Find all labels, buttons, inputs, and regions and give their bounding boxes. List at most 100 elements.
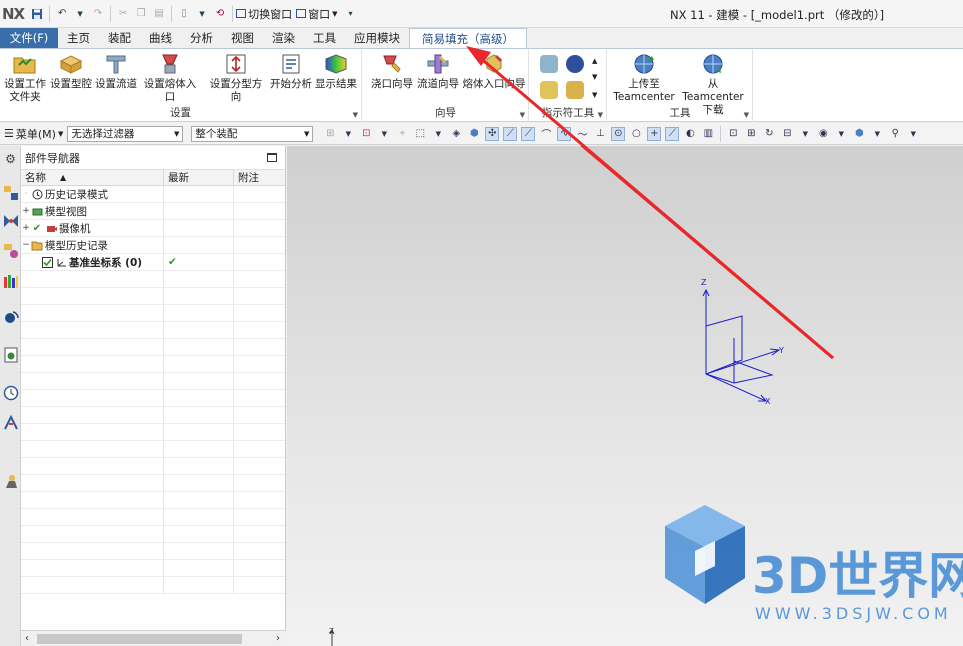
- dropdown-icon[interactable]: ▼: [73, 7, 87, 21]
- tree-row[interactable]: · 历史记录模式: [21, 186, 285, 203]
- upload-to-teamcenter-button[interactable]: 上传至 Teamcenter: [612, 52, 676, 104]
- filter-dropdown-icon[interactable]: ▼: [431, 127, 445, 141]
- dropdown-icon[interactable]: ▼: [195, 7, 209, 21]
- tab-file[interactable]: 文件(F): [0, 28, 58, 48]
- web-browser-icon[interactable]: [2, 346, 19, 363]
- filter-dropdown-icon[interactable]: ▼: [798, 127, 812, 141]
- datum-csys[interactable]: [702, 288, 781, 402]
- zoom-icon[interactable]: ⊞: [744, 127, 758, 141]
- start-analysis-button[interactable]: 开始分析: [270, 52, 312, 91]
- show-results-button[interactable]: 显示结果: [314, 52, 358, 91]
- group-expand-icon[interactable]: ▼: [520, 111, 525, 119]
- filter-dropdown-icon[interactable]: ▼: [870, 127, 884, 141]
- fit-icon[interactable]: ⊡: [726, 127, 740, 141]
- line-snap-icon[interactable]: ⟋: [503, 126, 518, 141]
- melt-inlet-wizard-button[interactable]: 熔体入口向导: [461, 52, 527, 91]
- render-style-icon[interactable]: ◉: [816, 127, 830, 141]
- group-expand-icon[interactable]: ▼: [353, 111, 358, 119]
- point-on-face-icon[interactable]: ◐: [683, 127, 697, 141]
- edge-snap-icon[interactable]: ⟋: [521, 126, 536, 141]
- indicator-tool-icon[interactable]: [540, 55, 558, 73]
- part-navigator-icon[interactable]: [2, 242, 19, 259]
- tangent-icon[interactable]: ⊥: [593, 127, 607, 141]
- group-expand-icon[interactable]: ▼: [744, 111, 749, 119]
- set-work-folder-button[interactable]: 设置工作 文件夹: [3, 52, 47, 104]
- dropdown-icon[interactable]: ▼: [592, 73, 597, 81]
- column-header-note[interactable]: 附注: [234, 170, 285, 185]
- dropdown-icon[interactable]: ▼: [592, 91, 597, 99]
- tab-application[interactable]: 应用模块: [345, 28, 409, 48]
- box-select-icon[interactable]: ⬚: [413, 127, 427, 141]
- runner-wizard-button[interactable]: 流道向导: [415, 52, 461, 91]
- shaded-icon[interactable]: ⬢: [852, 127, 866, 141]
- history-clock-icon[interactable]: [2, 384, 19, 401]
- tab-assembly[interactable]: 装配: [99, 28, 140, 48]
- horizontal-scrollbar[interactable]: ‹ ›: [21, 630, 286, 646]
- repeat-command-icon[interactable]: ⟲: [213, 7, 227, 21]
- hd3d-tools-icon[interactable]: [2, 308, 19, 325]
- tree-row[interactable]: − 模型历史记录: [21, 237, 285, 254]
- dropdown-icon[interactable]: ▲: [592, 57, 597, 65]
- column-header-latest[interactable]: 最新: [164, 170, 234, 185]
- set-cavity-button[interactable]: 设置型腔: [49, 52, 93, 91]
- quadrant-icon[interactable]: ○: [629, 127, 643, 141]
- snap-icon[interactable]: ⌖: [395, 127, 409, 141]
- settings-gear-icon[interactable]: ⚙: [2, 150, 19, 167]
- redo-icon[interactable]: ↷: [91, 7, 105, 21]
- solid-icon[interactable]: ◈: [449, 127, 463, 141]
- new-icon[interactable]: ▯: [177, 7, 191, 21]
- tab-easy-fill-advanced[interactable]: 简易填充（高级）: [409, 28, 527, 48]
- paste-icon[interactable]: ▤: [152, 7, 166, 21]
- reuse-library-icon[interactable]: [2, 272, 19, 289]
- maximize-icon[interactable]: [267, 153, 277, 162]
- filter-dropdown-icon[interactable]: ▼: [377, 127, 391, 141]
- intersection-icon[interactable]: +: [647, 126, 662, 141]
- indicator-tool-icon[interactable]: [566, 55, 584, 73]
- tab-tools[interactable]: 工具: [304, 28, 345, 48]
- indicator-tool-icon[interactable]: [566, 81, 584, 99]
- menu-button[interactable]: ☰ 菜单(M) ▼: [4, 126, 63, 142]
- scrollbar-thumb[interactable]: [37, 634, 242, 644]
- graphics-viewport[interactable]: Z Y X Z 3D世界网 WWW.3DSJW.COM: [287, 146, 963, 646]
- orient-view-icon[interactable]: ⊟: [780, 127, 794, 141]
- tree-row[interactable]: 基准坐标系 (0) ✔: [21, 254, 285, 271]
- spline-icon[interactable]: 〜: [575, 127, 589, 141]
- selection-filter-dropdown[interactable]: 无选择过滤器 ▼: [67, 125, 184, 142]
- tab-curve[interactable]: 曲线: [140, 28, 181, 48]
- tab-render[interactable]: 渲染: [263, 28, 304, 48]
- selection-scope-dropdown[interactable]: 整个装配 ▼: [191, 125, 314, 142]
- scroll-right-icon[interactable]: ›: [276, 633, 280, 644]
- rotate-icon[interactable]: ↻: [762, 127, 776, 141]
- role-icon[interactable]: [2, 472, 19, 489]
- tree-row[interactable]: + 模型视图: [21, 203, 285, 220]
- indicator-tool-icon[interactable]: [540, 81, 558, 99]
- switch-window-button[interactable]: 切换窗口: [236, 6, 292, 22]
- collapse-minus-icon[interactable]: −: [21, 240, 31, 250]
- expand-plus-icon[interactable]: +: [21, 206, 31, 216]
- filter-dropdown-icon[interactable]: ▼: [341, 127, 355, 141]
- undo-icon[interactable]: ↶: [55, 7, 69, 21]
- save-icon[interactable]: [30, 7, 44, 21]
- curve-snap-icon[interactable]: ∿: [557, 126, 572, 141]
- column-header-name[interactable]: 名称 ▲: [21, 170, 164, 185]
- set-parting-direction-button[interactable]: 设置分型方向: [205, 52, 267, 104]
- group-expand-icon[interactable]: ▼: [598, 111, 603, 119]
- checkbox-checked-icon[interactable]: [41, 256, 53, 268]
- tab-home[interactable]: 主页: [58, 28, 99, 48]
- expand-plus-icon[interactable]: +: [21, 223, 31, 233]
- midpoint-icon[interactable]: ⟋: [665, 126, 680, 141]
- center-point-icon[interactable]: ⊙: [611, 126, 626, 141]
- curve-icon[interactable]: ⌒: [539, 127, 553, 141]
- customize-qat-icon[interactable]: ▾: [344, 7, 358, 21]
- process-studio-icon[interactable]: [2, 414, 19, 431]
- filter-dropdown-icon[interactable]: ▼: [834, 127, 848, 141]
- window-menu-button[interactable]: 窗口 ▼: [296, 6, 338, 22]
- select-filter-icon[interactable]: ⊞: [323, 127, 337, 141]
- cut-icon[interactable]: ✂: [116, 7, 130, 21]
- gate-wizard-button[interactable]: 浇口向导: [369, 52, 415, 91]
- tab-view[interactable]: 视图: [222, 28, 263, 48]
- set-melt-inlet-button[interactable]: 设置熔体入口: [140, 52, 200, 104]
- scroll-left-icon[interactable]: ‹: [25, 633, 29, 644]
- set-runner-button[interactable]: 设置流道: [95, 52, 137, 91]
- tree-row[interactable]: + ✔ 摄像机: [21, 220, 285, 237]
